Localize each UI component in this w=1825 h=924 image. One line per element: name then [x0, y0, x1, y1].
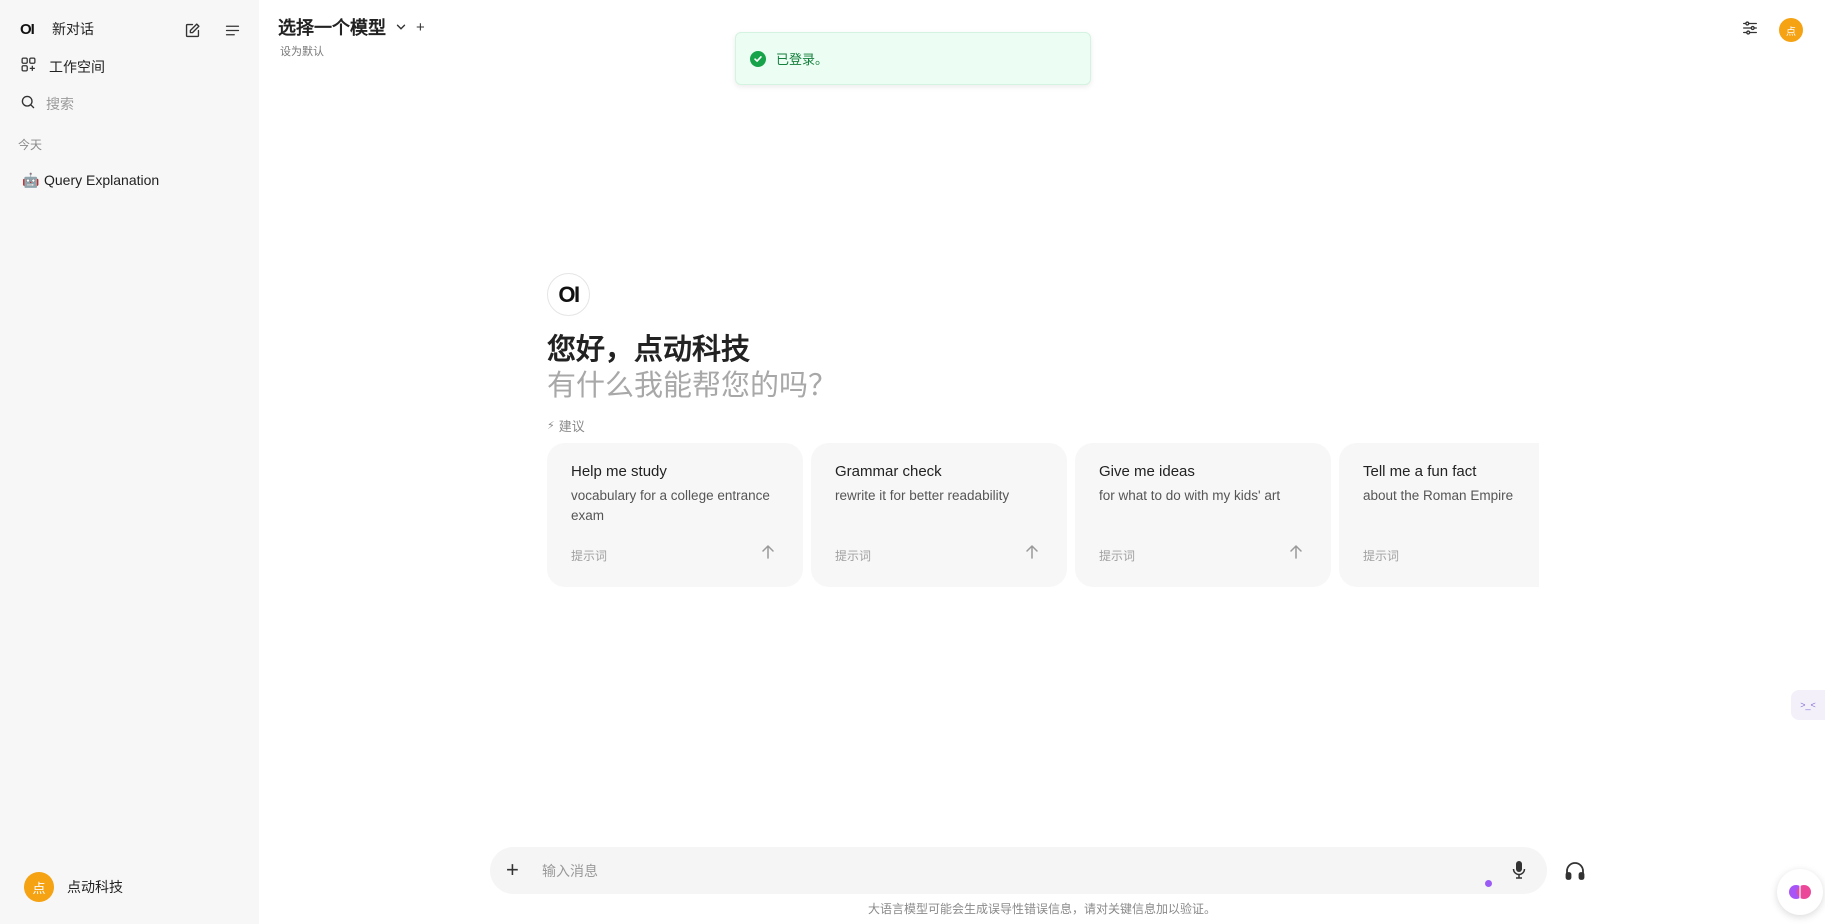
edit-icon[interactable] [181, 19, 203, 41]
header-avatar[interactable]: 点 [1779, 18, 1803, 42]
suggestion-title: Give me ideas [1099, 463, 1195, 480]
disclaimer-text: 大语言模型可能会生成误导性错误信息，请对关键信息加以验证。 [868, 902, 1217, 916]
add-model-button[interactable]: + [416, 19, 425, 36]
bolt-icon: ⚡ [547, 420, 555, 432]
suggestion-description: about the Roman Empire [1363, 488, 1514, 503]
settings-sliders-icon[interactable] [1741, 19, 1759, 42]
menu-icon[interactable] [221, 19, 243, 41]
workspace-label: 工作空间 [49, 59, 105, 75]
terminal-icon[interactable]: >_< [1791, 690, 1825, 720]
sidebar: OI 新对话 工作空间 搜索 今天 🤖 Query Explanation 点 … [0, 0, 259, 924]
user-name: 点动科技 [67, 879, 123, 895]
chevron-down-icon [396, 24, 406, 30]
arrow-up-icon [762, 544, 774, 559]
suggestion-hint: 提示词 [571, 549, 608, 563]
suggestions-label: 建议 [558, 419, 585, 434]
suggestion-card[interactable]: Grammar check rewrite it for better read… [811, 443, 1067, 587]
new-chat-label: 新对话 [52, 21, 94, 37]
avatar: 点 [24, 872, 54, 902]
suggestion-cards: Help me study vocabulary for a college e… [547, 443, 1539, 587]
plus-icon[interactable]: + [506, 859, 519, 881]
chat-title: Query Explanation [44, 172, 160, 188]
suggestion-title: Tell me a fun fact [1363, 463, 1477, 480]
model-selector[interactable]: 选择一个模型 + [278, 14, 425, 40]
suggestion-card[interactable]: Give me ideas for what to do with my kid… [1075, 443, 1331, 587]
message-input-bar[interactable]: + 输入消息 [490, 847, 1547, 894]
search-input[interactable]: 搜索 [20, 93, 74, 115]
set-default-link[interactable]: 设为默认 [280, 43, 324, 59]
suggestions-header: ⚡ 建议 [547, 416, 585, 435]
greeting-subtitle: 有什么我能帮您的吗？ [547, 370, 838, 402]
suggestion-description: vocabulary for a college entrance exam [571, 488, 770, 523]
brain-icon[interactable] [1777, 869, 1823, 915]
model-select-label: 选择一个模型 [278, 18, 386, 38]
suggestion-description: rewrite it for better readability [835, 488, 1010, 503]
section-today: 今天 [18, 138, 43, 152]
headphones-icon[interactable] [1564, 860, 1586, 882]
suggestion-description: for what to do with my kids' art [1099, 488, 1281, 503]
success-toast: 已登录。 [735, 32, 1091, 85]
suggestion-hint: 提示词 [1363, 549, 1400, 563]
app-logo: OI [20, 20, 35, 38]
suggestion-title: Help me study [571, 463, 667, 480]
suggestion-card[interactable]: Tell me a fun fact about the Roman Empir… [1339, 443, 1539, 587]
suggestion-card[interactable]: Help me study vocabulary for a college e… [547, 443, 803, 587]
suggestion-title: Grammar check [835, 463, 942, 480]
microphone-icon[interactable] [1511, 860, 1527, 880]
check-circle-icon [750, 50, 766, 67]
header-controls: 点 [1741, 18, 1803, 42]
arrow-up-icon [1026, 544, 1038, 559]
main-logo: OI [547, 273, 590, 316]
chat-list-item[interactable]: 🤖 Query Explanation [12, 165, 248, 195]
arrow-up-icon [1290, 544, 1302, 559]
status-dot [1485, 880, 1492, 887]
suggestion-hint: 提示词 [1099, 549, 1136, 563]
toast-message: 已登录。 [776, 52, 829, 67]
new-chat-item[interactable]: OI 新对话 [20, 18, 94, 40]
search-icon [20, 94, 36, 115]
workspace-item[interactable]: 工作空间 [20, 56, 105, 78]
message-input[interactable]: 输入消息 [542, 861, 598, 881]
robot-icon: 🤖 [22, 171, 40, 188]
workspace-icon [20, 56, 37, 78]
user-menu[interactable]: 点 点动科技 [24, 872, 123, 902]
suggestion-hint: 提示词 [835, 549, 872, 563]
search-placeholder: 搜索 [46, 96, 74, 112]
